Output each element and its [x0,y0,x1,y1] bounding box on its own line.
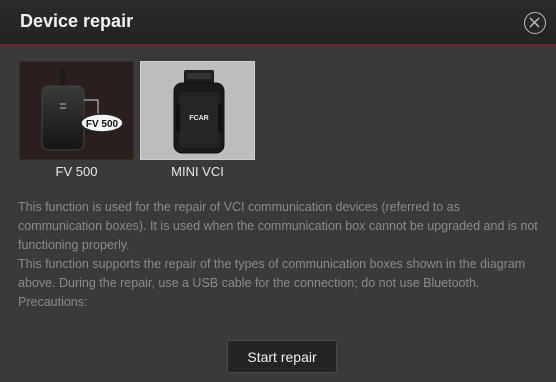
device-card-mini-vci[interactable]: FCAR [140,61,255,160]
fv500-device-image: FV 500 [41,69,124,151]
device-label-mini-vci: MINI VCI [171,164,224,179]
device-repair-dialog: Device repair FV 500 FV 500 FCAR MINI VC… [0,0,556,382]
description-text: This function is used for the repair of … [18,198,540,312]
device-card-fv500[interactable]: FV 500 [19,61,134,160]
description-line: This function is used for the repair of … [18,200,538,252]
device-label-fv500: FV 500 [55,164,98,179]
mini-vci-device-image: FCAR [173,70,225,154]
fv500-badge-text: FV 500 [86,119,119,130]
dialog-titlebar: Device repair [0,0,556,46]
start-repair-button[interactable]: Start repair [227,340,337,373]
description-line: Precautions: [18,295,88,309]
close-button[interactable] [524,12,546,34]
description-line: This function supports the repair of the… [18,257,526,290]
dialog-title: Device repair [20,11,134,31]
fcar-logo: FCAR [189,115,208,122]
close-icon [529,17,540,28]
